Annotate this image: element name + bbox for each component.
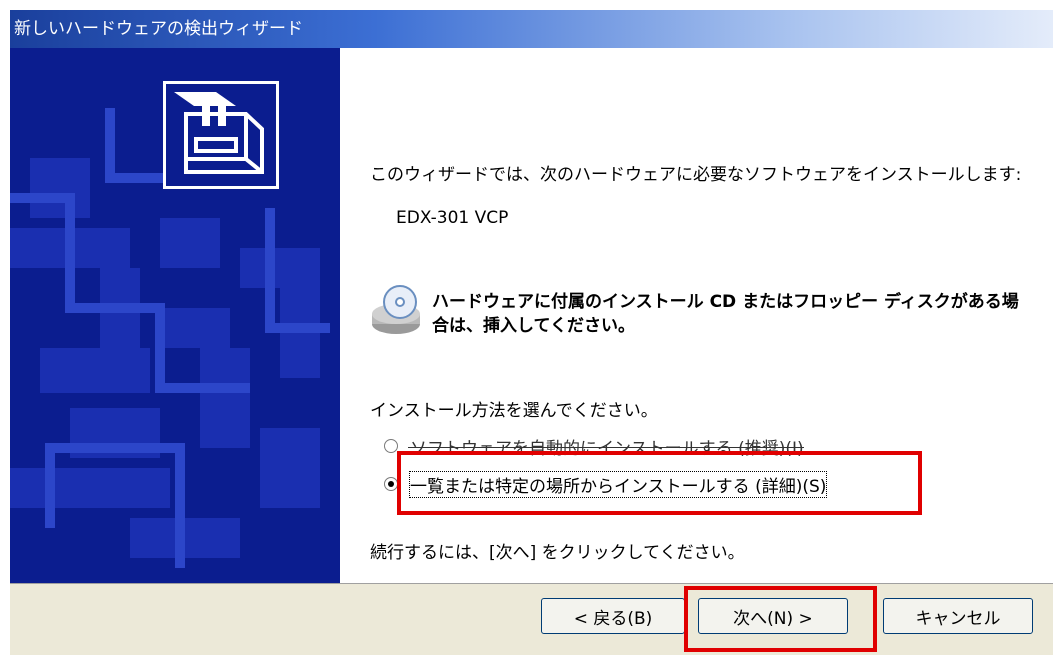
cd-instruction: ハードウェアに付属のインストール CD またはフロッピー ディスクがある場合は、… xyxy=(432,292,1019,336)
device-name: EDX-301 VCP xyxy=(396,208,509,228)
auto-install-radio[interactable] xyxy=(384,439,398,453)
option-highlight-box xyxy=(397,451,922,515)
continue-instruction: 続行するには、[次へ] をクリックしてください。 xyxy=(370,543,745,563)
wizard-button-bar: < 戻る(B) 次へ(N) > キャンセル xyxy=(10,583,1053,655)
intro-text: このウィザードでは、次のハードウェアに必要なソフトウェアをインストールします: xyxy=(370,165,1022,185)
strikethrough-line xyxy=(408,447,804,448)
window-title-bar[interactable]: 新しいハードウェアの検出ウィザード xyxy=(10,10,1053,48)
choose-method-label: インストール方法を選んでください。 xyxy=(370,401,658,421)
back-button[interactable]: < 戻る(B) xyxy=(541,598,685,634)
next-button-highlight-box xyxy=(684,586,877,652)
cd-drive-icon xyxy=(370,284,426,340)
cancel-button[interactable]: キャンセル xyxy=(883,598,1033,634)
window-title: 新しいハードウェアの検出ウィザード xyxy=(14,19,303,39)
manual-install-radio[interactable] xyxy=(384,477,398,491)
hardware-card-icon xyxy=(163,81,279,189)
